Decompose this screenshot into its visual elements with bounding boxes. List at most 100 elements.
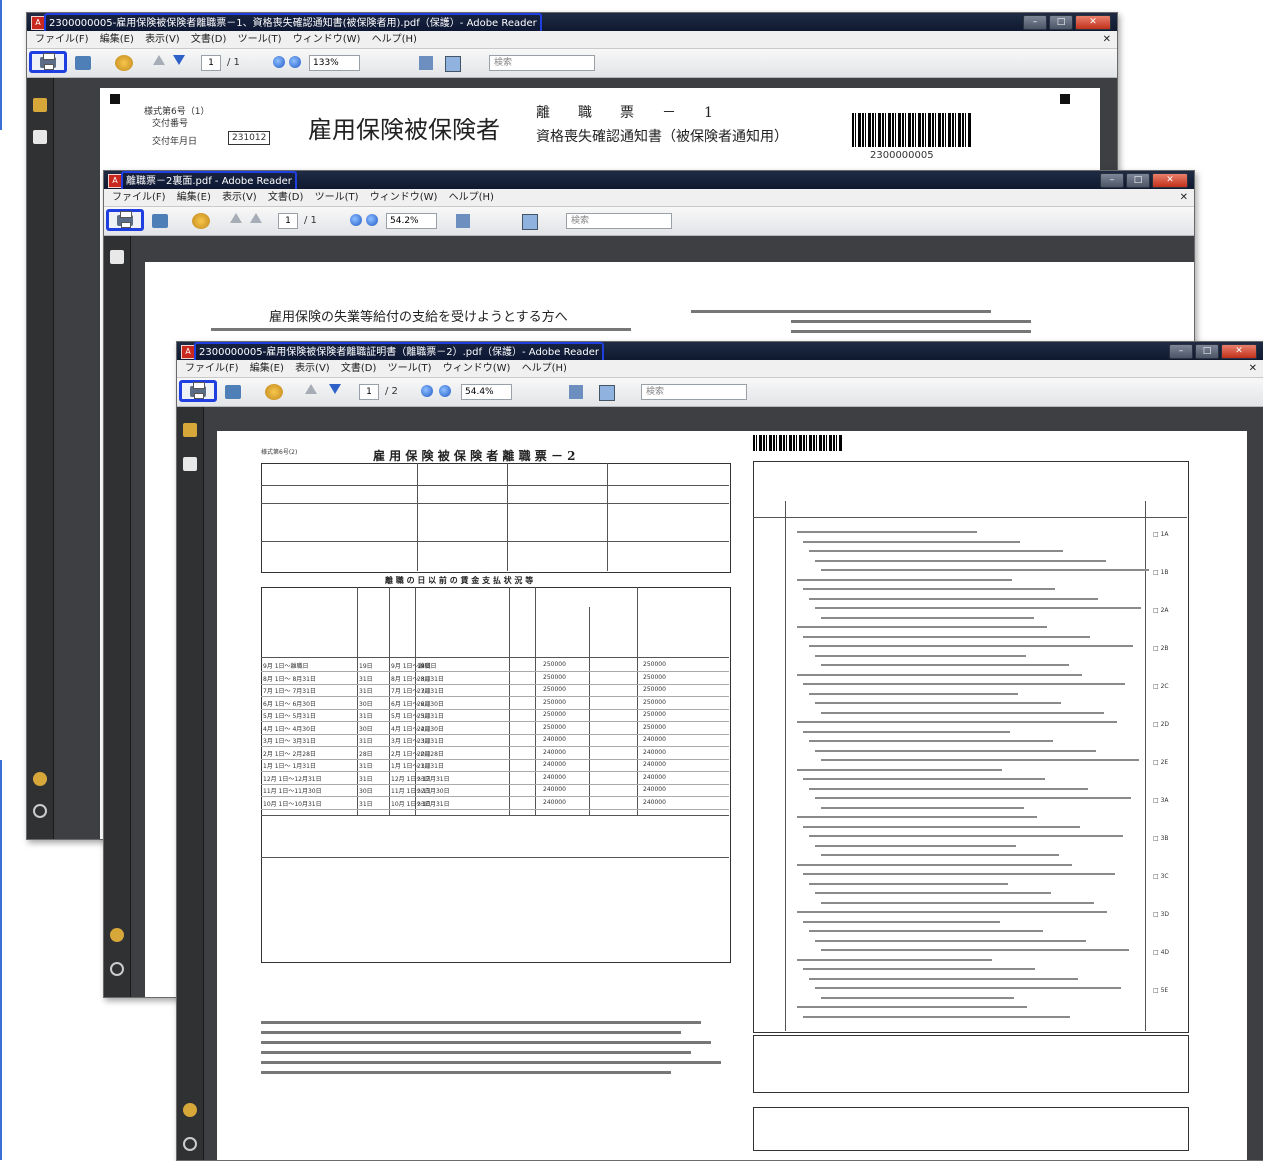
page-number-input[interactable]: 1: [201, 55, 221, 71]
zoom-select[interactable]: 54.2%: [386, 213, 437, 229]
page-number-input[interactable]: 1: [359, 384, 379, 400]
wage-cell: 23日: [417, 713, 431, 720]
window-title: 離職票－2裏面.pdf - Adobe Reader: [121, 171, 297, 189]
lock-icon[interactable]: [33, 98, 47, 112]
menu-window[interactable]: ウィンドウ(W): [443, 363, 511, 374]
menu-document[interactable]: 文書(D): [268, 192, 304, 203]
fit-width-icon[interactable]: [445, 56, 461, 72]
reason-text-line: [797, 721, 1117, 723]
close-button[interactable]: ✕: [1221, 344, 1257, 359]
zoom-in-icon[interactable]: [289, 56, 301, 68]
print-button[interactable]: [29, 51, 67, 73]
wage-cell: 5月 1日～ 5月31日: [263, 713, 316, 720]
title-bar[interactable]: A 2300000005-雇用保険被保険者離職票－1、資格喪失確認通知書(被保険…: [27, 13, 1117, 31]
previous-page-button[interactable]: [305, 383, 317, 401]
paperclip-icon[interactable]: [183, 1137, 197, 1151]
table-rule: [607, 463, 608, 571]
save-icon[interactable]: [225, 385, 241, 399]
fit-width-icon[interactable]: [522, 214, 538, 230]
fit-page-icon[interactable]: [456, 214, 470, 228]
navigation-sidebar: [177, 407, 204, 1160]
reader-window-3[interactable]: A 2300000005-雇用保険被保険者離職証明書（離職票－2）.pdf（保護…: [176, 341, 1263, 1161]
paperclip-icon[interactable]: [110, 962, 124, 976]
close-button[interactable]: ✕: [1075, 15, 1111, 30]
minimize-button[interactable]: –: [1100, 173, 1124, 188]
attachments-icon[interactable]: [110, 928, 124, 942]
zoom-in-icon[interactable]: [366, 214, 378, 226]
menu-tools[interactable]: ツール(T): [238, 34, 282, 45]
close-document-icon[interactable]: ✕: [1180, 189, 1188, 206]
menu-help[interactable]: ヘルプ(H): [449, 192, 494, 203]
zoom-select[interactable]: 54.4%: [461, 384, 512, 400]
menu-view[interactable]: 表示(V): [222, 192, 257, 203]
table-rule: [261, 541, 729, 542]
attachments-icon[interactable]: [183, 1103, 197, 1117]
menu-file[interactable]: ファイル(F): [35, 34, 89, 45]
next-page-button[interactable]: [173, 54, 185, 72]
lock-icon[interactable]: [183, 423, 197, 437]
previous-page-button[interactable]: [230, 212, 242, 230]
wage-cell: 19日: [417, 663, 431, 670]
reason-text-line: [797, 768, 1002, 771]
search-input[interactable]: 検索: [566, 213, 672, 229]
fit-page-icon[interactable]: [419, 56, 433, 70]
menu-file[interactable]: ファイル(F): [185, 363, 239, 374]
reason-text-line: [821, 949, 1129, 951]
title-bar[interactable]: A 離職票－2裏面.pdf - Adobe Reader – □ ✕: [104, 171, 1194, 189]
close-document-icon[interactable]: ✕: [1103, 31, 1111, 48]
menu-edit[interactable]: 編集(E): [177, 192, 211, 203]
collaborate-icon[interactable]: [192, 213, 210, 229]
menu-document[interactable]: 文書(D): [341, 363, 377, 374]
pages-icon[interactable]: [110, 250, 124, 264]
menu-view[interactable]: 表示(V): [295, 363, 330, 374]
zoom-out-icon[interactable]: [350, 214, 362, 226]
print-button[interactable]: [179, 380, 217, 402]
menu-tools[interactable]: ツール(T): [315, 192, 359, 203]
menu-window[interactable]: ウィンドウ(W): [293, 34, 361, 45]
search-input[interactable]: 検索: [641, 384, 747, 400]
menu-window[interactable]: ウィンドウ(W): [370, 192, 438, 203]
fit-page-icon[interactable]: [569, 385, 583, 399]
close-button[interactable]: ✕: [1152, 173, 1188, 188]
menu-edit[interactable]: 編集(E): [100, 34, 134, 45]
menu-file[interactable]: ファイル(F): [112, 192, 166, 203]
maximize-button[interactable]: □: [1126, 173, 1150, 188]
zoom-out-icon[interactable]: [421, 385, 433, 397]
collaborate-icon[interactable]: [265, 384, 283, 400]
menu-view[interactable]: 表示(V): [145, 34, 180, 45]
collaborate-icon[interactable]: [115, 55, 133, 71]
print-button[interactable]: [106, 209, 144, 231]
pages-icon[interactable]: [183, 457, 197, 471]
maximize-button[interactable]: □: [1195, 344, 1219, 359]
zoom-out-icon[interactable]: [273, 56, 285, 68]
zoom-select[interactable]: 133%: [309, 55, 360, 71]
menu-document[interactable]: 文書(D): [191, 34, 227, 45]
close-document-icon[interactable]: ✕: [1249, 360, 1257, 377]
next-page-button[interactable]: [329, 383, 341, 401]
minimize-button[interactable]: –: [1023, 15, 1047, 30]
menu-help[interactable]: ヘルプ(H): [522, 363, 567, 374]
pages-icon[interactable]: [33, 130, 47, 144]
reason-text-line: [797, 958, 992, 961]
reason-text-line: [809, 550, 1063, 552]
page-number-input[interactable]: 1: [278, 213, 298, 229]
reason-code: □ 2A: [1153, 607, 1169, 614]
menu-edit[interactable]: 編集(E): [250, 363, 284, 374]
fit-width-icon[interactable]: [599, 385, 615, 401]
next-page-button[interactable]: [250, 212, 262, 230]
menu-help[interactable]: ヘルプ(H): [372, 34, 417, 45]
search-input[interactable]: 検索: [489, 55, 595, 71]
zoom-in-icon[interactable]: [439, 385, 451, 397]
minimize-button[interactable]: –: [1169, 344, 1193, 359]
menu-tools[interactable]: ツール(T): [388, 363, 432, 374]
document-page[interactable]: 様式第6号(2) 雇 用 保 険 被 保 険 者 離 職 票 － 2 離 職 の…: [217, 431, 1247, 1160]
title-bar[interactable]: A 2300000005-雇用保険被保険者離職証明書（離職票－2）.pdf（保護…: [177, 342, 1263, 360]
printer-icon: [190, 382, 206, 399]
maximize-button[interactable]: □: [1049, 15, 1073, 30]
previous-page-button[interactable]: [153, 54, 165, 72]
save-icon[interactable]: [152, 214, 168, 228]
page-total: / 1: [304, 215, 317, 226]
paperclip-icon[interactable]: [33, 804, 47, 818]
attachments-icon[interactable]: [33, 772, 47, 786]
save-icon[interactable]: [75, 56, 91, 70]
